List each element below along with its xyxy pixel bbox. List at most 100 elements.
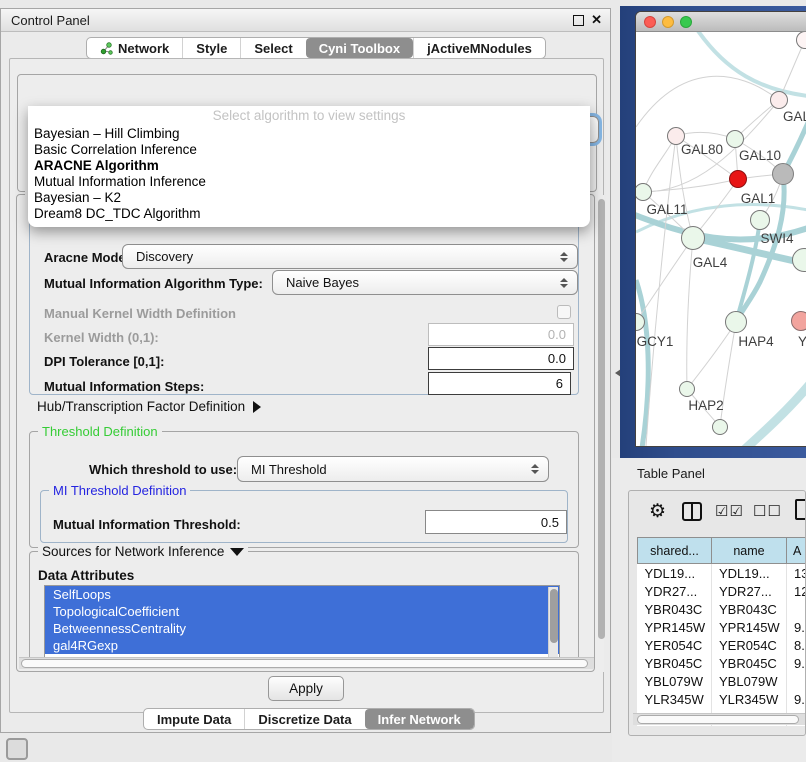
kernel-width-field[interactable]: 0.0 [428, 323, 574, 346]
mi-threshold-field[interactable]: 0.5 [425, 510, 567, 534]
document-icon[interactable] [795, 499, 806, 520]
settings-hscrollbar-thumb[interactable] [21, 659, 588, 668]
table-hscrollbar-thumb[interactable] [637, 715, 799, 724]
mi-steps-field[interactable]: 6 [428, 372, 571, 395]
combo-stepper-icon [560, 252, 568, 262]
node-gal4[interactable] [681, 226, 705, 250]
node-gal1[interactable] [729, 170, 747, 188]
node-gal10[interactable] [726, 130, 744, 148]
float-icon[interactable] [573, 15, 584, 26]
table-toolbar: ⚙ ☑☑ ☐☐ [629, 491, 805, 537]
table-header-row: shared... name A [638, 538, 806, 564]
attribute-item[interactable]: gal4RGexp [45, 637, 559, 654]
aracne-mode-combo[interactable]: Discovery [122, 244, 578, 269]
columns-icon[interactable] [682, 502, 702, 521]
node-label: GAL10 [739, 148, 781, 163]
node-unlabeled[interactable] [772, 163, 794, 185]
node-hap2[interactable] [679, 381, 695, 397]
mi-type-combo[interactable]: Naive Bayes [272, 270, 578, 295]
dropdown-item[interactable]: Bayesian – K2 [28, 190, 590, 206]
network-canvas[interactable]: GAL GAL80 GAL10 GAL1 GAL11 SWI4 GAL4 GCY… [636, 32, 806, 446]
manual-kernel-label: Manual Kernel Width Definition [44, 306, 236, 321]
column-header[interactable]: A [787, 538, 806, 564]
tab-jactivemnodules[interactable]: jActiveMNodules [413, 38, 545, 58]
node-y-partial[interactable] [791, 311, 806, 331]
attribute-item[interactable]: SelfLoops [45, 586, 559, 603]
tab-style[interactable]: Style [182, 38, 240, 58]
table-row[interactable]: YDR27...YDR27...12 [638, 582, 806, 600]
attribute-item[interactable]: BetweennessCentrality [45, 620, 559, 637]
node-table: shared... name A YDL19...YDL19...13 YDR2… [637, 537, 806, 726]
node-label: Y [798, 334, 806, 349]
docked-panel-icon[interactable] [6, 738, 28, 760]
tab-infer-network[interactable]: Infer Network [365, 709, 474, 729]
manual-kernel-checkbox[interactable] [557, 305, 571, 319]
column-header[interactable]: shared... [638, 538, 712, 564]
node-label: HAP2 [688, 398, 723, 413]
dropdown-placeholder: Select algorithm to view settings [28, 106, 590, 126]
table-row[interactable]: YBR043CYBR043C [638, 600, 806, 618]
collapse-right-icon [253, 401, 261, 413]
cyni-bottom-tabbar: Impute Data Discretize Data Infer Networ… [143, 708, 475, 730]
dpi-tolerance-label: DPI Tolerance [0,1]: [44, 354, 164, 369]
control-panel-tabbar: Network Style Select Cyni Toolbox jActiv… [86, 37, 546, 59]
table-row[interactable]: YDL19...YDL19...13 [638, 564, 806, 583]
attributes-scrollbar[interactable] [548, 587, 558, 658]
tab-select[interactable]: Select [240, 38, 305, 58]
sources-group-title[interactable]: Sources for Network Inference [38, 544, 248, 559]
tab-discretize-data[interactable]: Discretize Data [244, 709, 364, 729]
network-view-window: GAL GAL80 GAL10 GAL1 GAL11 SWI4 GAL4 GCY… [636, 12, 806, 446]
apply-button[interactable]: Apply [268, 676, 344, 701]
mi-threshold-group: MI Threshold Definition Mutual Informati… [40, 490, 568, 543]
dropdown-item[interactable]: Bayesian – Hill Climbing [28, 126, 590, 142]
attribute-item[interactable]: TopologicalCoefficient [45, 603, 559, 620]
node-unlabeled[interactable] [712, 419, 728, 435]
kernel-width-label: Kernel Width (0,1): [44, 330, 159, 345]
data-attributes-list: SelfLoops TopologicalCoefficient Between… [44, 585, 560, 658]
column-header[interactable]: name [712, 538, 787, 564]
dpi-tolerance-field[interactable]: 0.0 [428, 347, 574, 370]
window-zoom-button[interactable] [680, 16, 692, 28]
table-panel-window: ⚙ ☑☑ ☐☐ shared... name A YDL19...YDL19..… [628, 490, 806, 736]
table-panel-area: Table Panel ⚙ ☑☑ ☐☐ shared... name A YDL… [612, 458, 806, 762]
dropdown-item[interactable]: Dream8 DC_TDC Algorithm [28, 206, 590, 222]
tab-cyni-toolbox[interactable]: Cyni Toolbox [306, 38, 413, 58]
threshold-definition-group: Threshold Definition Which threshold to … [29, 431, 579, 548]
combo-stepper-icon [560, 278, 568, 288]
mi-threshold-group-title: MI Threshold Definition [49, 483, 190, 498]
close-icon[interactable]: ✕ [591, 12, 602, 28]
select-all-checkboxes-icon[interactable]: ☑☑ [715, 502, 744, 520]
settings-vscrollbar-thumb[interactable] [598, 199, 605, 639]
mi-type-label: Mutual Information Algorithm Type: [44, 276, 263, 291]
node-swi4[interactable] [750, 210, 770, 230]
mi-threshold-label: Mutual Information Threshold: [53, 517, 241, 532]
combo-stepper-icon [531, 464, 539, 474]
mi-steps-label: Mutual Information Steps: [44, 379, 204, 394]
which-threshold-combo[interactable]: MI Threshold [237, 456, 549, 482]
table-row[interactable]: YPR145WYPR145W9. [638, 618, 806, 636]
table-row[interactable]: YBR045CYBR045C9. [638, 654, 806, 672]
gear-icon[interactable]: ⚙ [649, 500, 666, 523]
table-row[interactable]: YLR345WYLR345W9. [638, 690, 806, 708]
dropdown-item-selected[interactable]: ARACNE Algorithm [28, 158, 590, 174]
node-hap4[interactable] [725, 311, 747, 333]
which-threshold-label: Which threshold to use: [89, 462, 237, 477]
node-label: SWI4 [760, 231, 793, 246]
table-row[interactable]: YER054CYER054C8. [638, 636, 806, 654]
window-minimize-button[interactable] [662, 16, 674, 28]
attributes-scrollbar-thumb[interactable] [550, 589, 558, 643]
window-close-button[interactable] [644, 16, 656, 28]
algorithm-dropdown-popup: Select algorithm to view settings Bayesi… [28, 106, 590, 227]
screen: Control Panel ✕ Network Style Select Cyn… [0, 0, 806, 762]
hub-section-toggle[interactable]: Hub/Transcription Factor Definition [37, 399, 261, 414]
node-gal-partial[interactable] [770, 91, 788, 109]
tab-impute-data[interactable]: Impute Data [144, 709, 244, 729]
node-label: GAL1 [741, 191, 776, 206]
dropdown-item[interactable]: Basic Correlation Inference [28, 142, 590, 158]
tab-network[interactable]: Network [87, 38, 182, 58]
table-hscrollbar[interactable] [633, 713, 806, 725]
settings-hscrollbar[interactable] [19, 657, 594, 669]
deselect-all-checkboxes-icon[interactable]: ☐☐ [753, 502, 782, 520]
table-row[interactable]: YBL079WYBL079W [638, 672, 806, 690]
dropdown-item[interactable]: Mutual Information Inference [28, 174, 590, 190]
